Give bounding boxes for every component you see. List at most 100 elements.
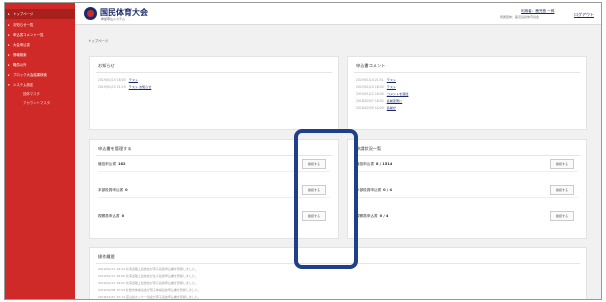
confirm-button[interactable]: 確認する <box>550 211 574 221</box>
comment-date: 2019/01/12 18:00 <box>356 92 384 96</box>
row-label: 競技申込書 162 <box>98 162 125 167</box>
sidebar-item-label: アカウントマスタ <box>23 101 51 105</box>
status-row: 競技申込書 8 / 1514 確認する <box>356 158 578 172</box>
notice-date: 2019/01/15 21:19 <box>98 85 126 89</box>
history-date: 2019/01/11 18:02 <box>98 281 125 285</box>
chevron-right-icon: ▸ <box>8 43 10 47</box>
notices-card: お知らせ 2019/01/15 18:00 テスト 2019/01/15 21:1… <box>89 56 339 130</box>
history-date: 2019/01/08 15:04 <box>98 288 125 292</box>
sidebar: ▸ トップページ ▸ お知らせ一覧 ▸ 申込書コメント一覧 ▸ 大会申込書 ▸ 情報検索 … <box>5 3 75 299</box>
chevron-right-icon: ▸ <box>8 33 10 37</box>
row-label-text: 本部役員申込書 <box>356 188 382 192</box>
divider <box>356 197 578 198</box>
row-label: 本部役員申込書 0 / 4 <box>356 188 392 193</box>
confirm-button[interactable]: 確認する <box>550 159 574 169</box>
history-text: 富山県ホッケー協会が男子競技申込書を登録しました。 <box>125 295 201 299</box>
comment-item: 2019/01/14 21:51 テスト <box>356 77 396 82</box>
logo-icon <box>84 7 97 20</box>
notice-date: 2019/01/15 18:00 <box>98 78 126 82</box>
comment-date: 2019/01/10 18:00 <box>356 85 384 89</box>
row-count: 8 / 1514 <box>375 162 393 166</box>
comment-link[interactable]: 名前が <box>387 106 396 110</box>
sidebar-item-label: システム設定 <box>13 83 34 87</box>
app-subtitle: 参加申込システム <box>101 17 125 21</box>
sidebar-item-label: ブロック大会結果検索 <box>13 73 47 77</box>
sidebar-item-top[interactable]: ▸ トップページ <box>5 9 75 19</box>
sidebar-item-label: お知らせ一覧 <box>13 23 34 27</box>
notice-link[interactable]: テスト <box>129 78 138 82</box>
header: 国民体育大会 参加申込システム 利用者：鹿児島 一郎 所属団体：鹿児島県体育協会… <box>75 3 601 25</box>
sidebar-item-label: 申込書コメント一覧 <box>13 33 44 37</box>
divider <box>354 155 580 156</box>
comment-date: 2018/02/07 18:02 <box>356 99 384 103</box>
sidebar-item-label: 職員以外 <box>13 63 27 67</box>
row-label: 競技申込書 8 / 1514 <box>356 162 392 167</box>
row-count: 0 / 4 <box>383 188 392 192</box>
sidebar-item-comments[interactable]: ▸ 申込書コメント一覧 <box>5 30 75 40</box>
row-label: 本部役員申込書 0 <box>98 188 128 193</box>
sidebar-item-applications[interactable]: ▸ 大会申込書 <box>5 40 75 50</box>
history-item: 2019/01/11 18:06 北海道陸上競技会が女子競技申込書を登録しました… <box>98 274 198 278</box>
user-organization: 所属団体：鹿児島県体育協会 <box>500 15 540 19</box>
chevron-right-icon: ▸ <box>8 12 10 16</box>
comment-link[interactable]: テスト <box>387 78 396 82</box>
sidebar-item-label: 大会申込書 <box>13 43 30 47</box>
history-item: 2019/01/11 18:24 北海道陸上競技会が男子競技申込書を登録しました… <box>98 267 198 271</box>
history-text: 札幌市体操協会が男子体操競技申込書を登録しました。 <box>125 288 201 292</box>
comment-date: 2018/02/05 14:29 <box>356 106 384 110</box>
user-name-link[interactable]: 利用者：鹿児島 一郎 <box>521 9 555 14</box>
notice-item: 2019/01/15 18:00 テスト <box>98 77 138 82</box>
row-count: 0 <box>121 214 125 218</box>
chevron-right-icon: ▸ <box>8 23 10 27</box>
history-text: 北海道陸上競技会が男子競技申込書を登録しました。 <box>125 281 198 285</box>
row-count: 0 / 4 <box>379 214 389 218</box>
sidebar-item-notices[interactable]: ▸ お知らせ一覧 <box>5 20 75 30</box>
comment-item: 2019/01/10 18:00 テスト <box>356 84 396 89</box>
comments-card: 申込書コメント 2019/01/14 21:51 テスト 2019/01/10 1… <box>347 56 587 130</box>
notices-title: お知らせ <box>98 63 115 68</box>
comment-link[interactable]: テスト <box>387 85 396 89</box>
comment-item: 2018/02/05 14:29 名前が <box>356 105 396 110</box>
highlight-annotation <box>294 129 358 269</box>
history-text: 北海道陸上競技会が男子競技申込書を登録しました。 <box>125 267 198 271</box>
history-item: 2019/01/08 15:04 札幌市体操協会が男子体操競技申込書を登録しまし… <box>98 288 201 292</box>
comments-title: 申込書コメント <box>356 63 386 68</box>
manage-title: 申込書を管理する <box>98 146 132 151</box>
status-row: 本部役員申込書 0 / 4 確認する <box>356 184 578 198</box>
row-label: 視察員申込書 0 <box>98 214 124 219</box>
row-label-text: 競技申込書 <box>98 162 116 166</box>
row-label-text: 本部役員申込書 <box>98 188 124 192</box>
status-card: 申請状況一覧 競技申込書 8 / 1514 確認する 本部役員申込書 0 / 4 確… <box>347 139 587 239</box>
row-count: 0 <box>125 188 128 192</box>
row-label-text: 競技申込書 <box>356 162 374 166</box>
history-date: 2019/01/11 18:06 <box>98 274 125 278</box>
row-label-text: 視察員申込書 <box>356 214 378 218</box>
history-date: 2019/01/11 18:24 <box>98 267 125 271</box>
notice-item: 2019/01/15 21:19 テスト お知らせ <box>98 84 151 89</box>
history-item: 2018/12/27 15:14 富山県ホッケー協会が男子競技申込書を登録しまし… <box>98 295 201 299</box>
app-window: ▸ トップページ ▸ お知らせ一覧 ▸ 申込書コメント一覧 ▸ 大会申込書 ▸ 情報検索 … <box>4 2 602 300</box>
history-date: 2018/12/27 15:14 <box>98 295 125 299</box>
sidebar-item-search[interactable]: ▸ 情報検索 <box>5 50 75 60</box>
comment-item: 2019/01/12 18:00 コメントを追加 <box>356 91 408 96</box>
comment-link[interactable]: 名前変更に <box>387 99 402 103</box>
logout-link[interactable]: ログアウト <box>574 12 594 18</box>
history-text: 北海道陸上競技会が女子競技申込書を登録しました。 <box>125 274 198 278</box>
history-title: 操作履歴 <box>98 254 115 259</box>
history-item: 2019/01/11 18:02 北海道陸上競技会が男子競技申込書を登録しました… <box>98 281 198 285</box>
notice-link[interactable]: テスト お知らせ <box>129 85 152 89</box>
confirm-button[interactable]: 確認する <box>550 185 574 195</box>
comment-link[interactable]: コメントを追加 <box>387 92 409 96</box>
sidebar-item-label: トップページ <box>13 12 34 16</box>
row-label: 視察員申込書 0 / 4 <box>356 214 388 219</box>
status-title: 申請状況一覧 <box>356 146 382 151</box>
row-count: 162 <box>117 162 126 166</box>
status-row: 視察員申込書 0 / 4 確認する <box>356 210 578 224</box>
chevron-right-icon: ▸ <box>8 63 10 67</box>
sidebar-item-account-master[interactable]: アカウントマスタ <box>5 98 75 108</box>
chevron-right-icon: ▸ <box>8 53 10 57</box>
comment-item: 2018/02/07 18:02 名前変更に <box>356 98 402 103</box>
sidebar-item-staff[interactable]: ▸ 職員以外 <box>5 60 75 70</box>
sidebar-item-block-results[interactable]: ▸ ブロック大会結果検索 <box>5 70 75 80</box>
row-label-text: 視察員申込書 <box>98 214 120 218</box>
